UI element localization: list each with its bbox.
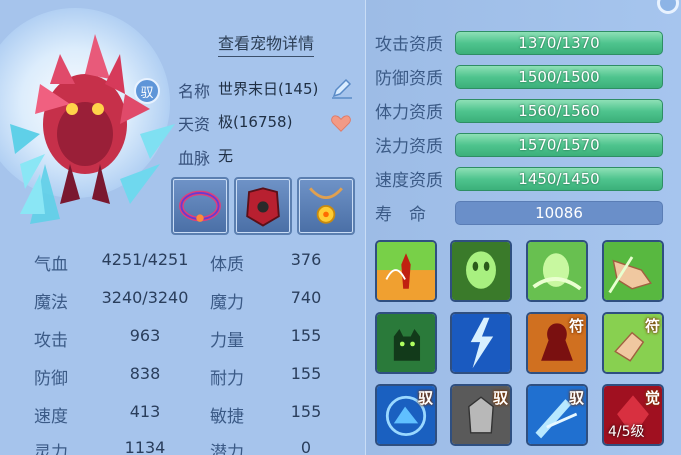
stat-label: 灵力 (34, 443, 68, 455)
stat-value: 155 (290, 402, 322, 421)
aptitude-bar: 1560/1560 (455, 98, 663, 123)
stat-value: 413 (129, 402, 161, 421)
talisman-tag: 符 (568, 317, 584, 335)
stat-row-defense: 防御 838 耐力 155 (34, 364, 346, 389)
skill-slot[interactable]: 符 (526, 312, 588, 374)
stat-value: 963 (129, 326, 161, 345)
amulet-icon (309, 187, 343, 224)
skill-slot[interactable] (450, 240, 512, 302)
cat-skill-icon (377, 314, 435, 372)
stat-value: 155 (290, 326, 322, 345)
pet-dragon-icon[interactable] (0, 14, 175, 229)
stat-value: 0 (300, 438, 312, 455)
view-pet-details-link[interactable]: 查看宠物详情 (218, 30, 315, 57)
stat-label: 防御 (34, 369, 68, 389)
skill-slot[interactable] (375, 240, 437, 302)
stat-label: 敏捷 (210, 407, 244, 427)
stat-value: 376 (290, 250, 322, 269)
stat-row-mp: 魔法 3240/3240 魔力 740 (34, 288, 346, 313)
aptitude-label: 防御资质 (375, 69, 443, 89)
stat-label: 魔法 (34, 293, 68, 313)
skill-slot[interactable] (526, 240, 588, 302)
bloodline-label: 血脉 (178, 149, 211, 168)
bloodline-value: 无 (218, 147, 234, 165)
aptitude-magic: 法力资质 1570/1570 (375, 132, 663, 157)
wind-ghost-skill-icon (528, 242, 586, 300)
aptitude-stamina: 体力资质 1560/1560 (375, 98, 663, 123)
skill-slot[interactable] (602, 240, 664, 302)
aptitude-attack: 攻击资质 1370/1370 (375, 30, 663, 55)
skill-slot[interactable]: 驭 (375, 384, 437, 446)
skill-level-label: 4/5级 (608, 424, 645, 440)
pet-name-row: 名称 世界末日(145) (178, 78, 318, 102)
stat-label: 速度 (34, 407, 68, 427)
pet-talent-row: 天资 极(16758) (178, 111, 292, 135)
strength-skill-icon (377, 242, 435, 300)
aptitude-bar: 1450/1450 (455, 166, 663, 191)
aptitude-speed: 速度资质 1450/1450 (375, 166, 663, 191)
equip-slot-amulet[interactable] (297, 177, 355, 235)
lifespan-row: 寿 命 10086 (375, 200, 663, 225)
armor-icon (246, 187, 280, 227)
name-label: 名称 (178, 82, 211, 101)
heart-icon[interactable] (330, 112, 352, 134)
lightning-skill-icon (452, 314, 510, 372)
equip-slot-collar[interactable] (171, 177, 229, 235)
aptitude-label: 体力资质 (375, 103, 443, 123)
collar-icon (179, 190, 221, 222)
lifespan-bar: 10086 (455, 200, 663, 225)
stat-value: 740 (290, 288, 322, 307)
stat-label: 气血 (34, 255, 68, 275)
stat-label: 潜力 (210, 443, 244, 455)
aptitude-label: 速度资质 (375, 171, 443, 191)
tame-badge: 驭 (134, 78, 160, 104)
aptitude-label: 攻击资质 (375, 35, 443, 55)
aptitude-bar: 1500/1500 (455, 64, 663, 89)
stat-row-spirit: 灵力 1134 潜力 0 (34, 438, 346, 455)
awaken-tag: 觉 (644, 389, 660, 407)
stat-value: 4251/4251 (101, 250, 189, 269)
stat-label: 魔力 (210, 293, 244, 313)
lifespan-label: 寿 命 (375, 205, 426, 225)
equip-slot-armor[interactable] (234, 177, 292, 235)
aptitude-defense: 防御资质 1500/1500 (375, 64, 663, 89)
stat-label: 力量 (210, 331, 244, 351)
talisman-tag: 符 (644, 317, 660, 335)
stat-label: 耐力 (210, 369, 244, 389)
stat-value: 3240/3240 (101, 288, 189, 307)
skill-slot[interactable]: 驭 (526, 384, 588, 446)
skill-slot[interactable] (375, 312, 437, 374)
stat-row-attack: 攻击 963 力量 155 (34, 326, 346, 351)
tame-tag: 驭 (417, 389, 433, 407)
stat-value: 1134 (124, 438, 166, 455)
stat-value: 155 (290, 364, 322, 383)
tame-tag: 驭 (492, 389, 508, 407)
stat-label: 攻击 (34, 331, 68, 351)
aptitude-bar: 1570/1570 (455, 132, 663, 157)
skill-slot[interactable]: 觉 4/5级 (602, 384, 664, 446)
talent-label: 天资 (178, 115, 211, 134)
stat-value: 838 (129, 364, 161, 383)
ghost-skill-icon (452, 242, 510, 300)
skill-slot[interactable]: 驭 (450, 384, 512, 446)
skill-slot[interactable]: 符 (602, 312, 664, 374)
skill-slot[interactable] (450, 312, 512, 374)
name-value: 世界末日(145) (218, 80, 319, 98)
stat-row-speed: 速度 413 敏捷 155 (34, 402, 346, 427)
stat-label: 体质 (210, 255, 244, 275)
hand-skill-icon (604, 242, 662, 300)
stat-row-hp: 气血 4251/4251 体质 376 (34, 250, 346, 275)
edit-name-icon[interactable] (330, 76, 354, 100)
talent-value: 极(16758) (218, 113, 293, 131)
aptitude-bar: 1370/1370 (455, 30, 663, 55)
aptitude-label: 法力资质 (375, 137, 443, 157)
tame-tag: 驭 (568, 389, 584, 407)
pet-bloodline-row: 血脉 无 (178, 145, 233, 169)
